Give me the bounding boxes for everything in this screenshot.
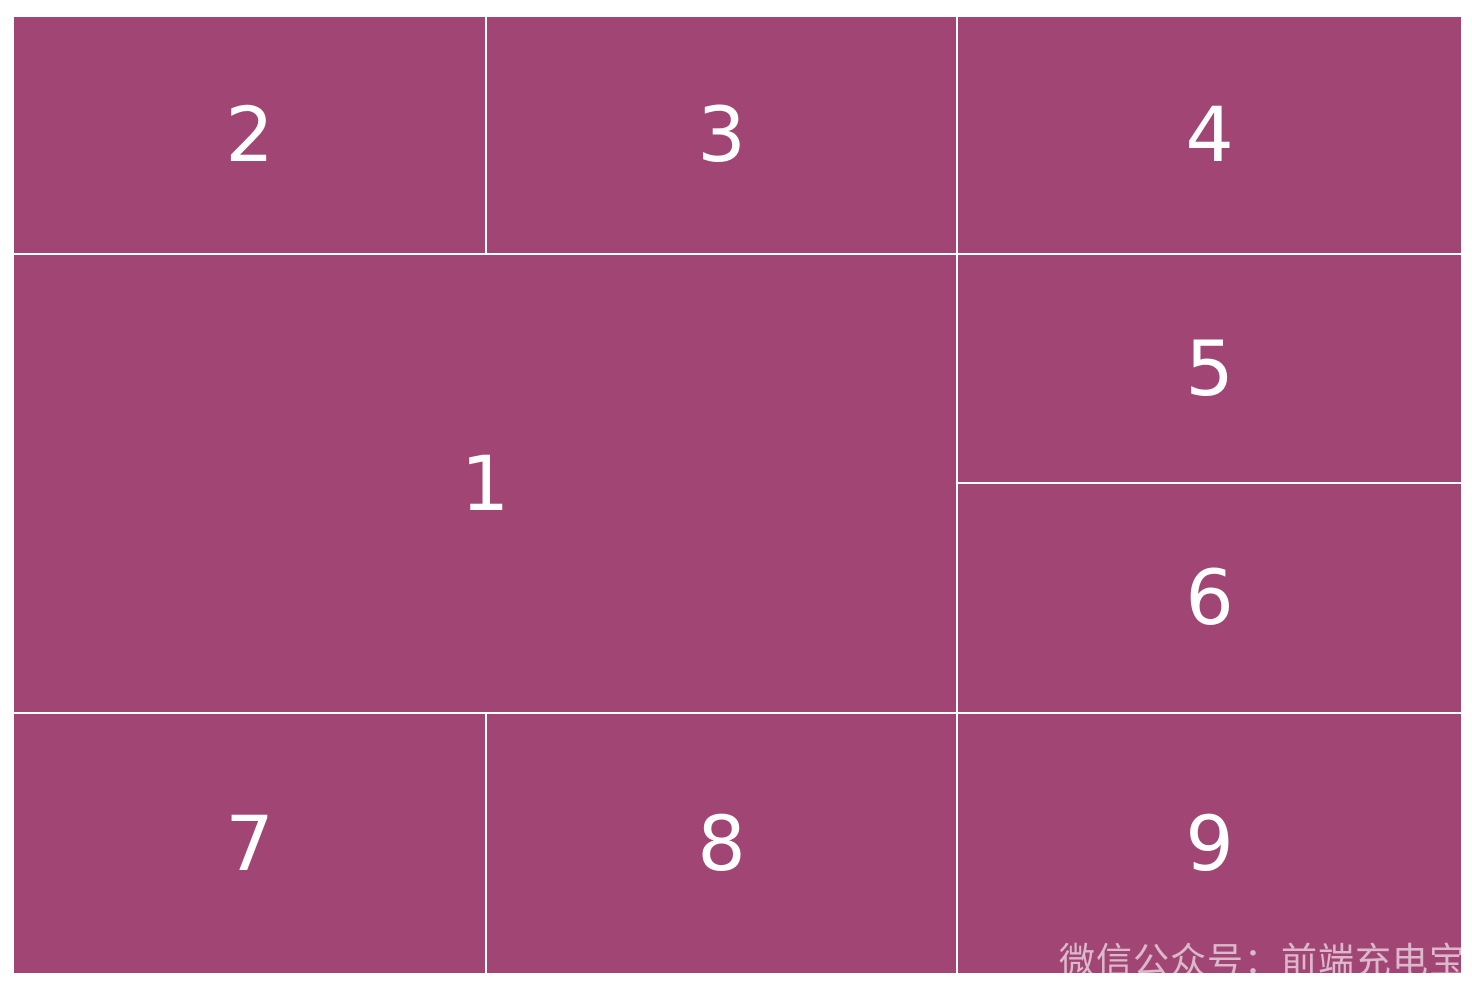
grid-cell-8: 8 [487, 714, 956, 973]
cell-label: 2 [225, 90, 274, 179]
grid-cell-6: 6 [958, 484, 1461, 712]
cell-label: 1 [460, 438, 510, 528]
cell-label: 6 [1185, 553, 1234, 642]
grid-cell-2: 2 [14, 17, 485, 253]
cell-label: 3 [697, 90, 746, 179]
grid-cell-1: 1 [14, 255, 956, 712]
cell-label: 5 [1185, 323, 1234, 413]
cell-label: 7 [225, 798, 274, 888]
grid-cell-3: 3 [487, 17, 956, 253]
grid-cell-4: 4 [958, 17, 1461, 253]
cell-label: 9 [1185, 798, 1234, 888]
grid-layout: 2 3 4 1 5 6 7 8 9 [14, 17, 1461, 973]
cell-label: 8 [697, 798, 746, 888]
grid-cell-5: 5 [958, 255, 1461, 482]
cell-label: 4 [1185, 90, 1234, 179]
grid-cell-7: 7 [14, 714, 485, 973]
watermark-text: 微信公众号：前端充电宝 [1058, 941, 1466, 982]
